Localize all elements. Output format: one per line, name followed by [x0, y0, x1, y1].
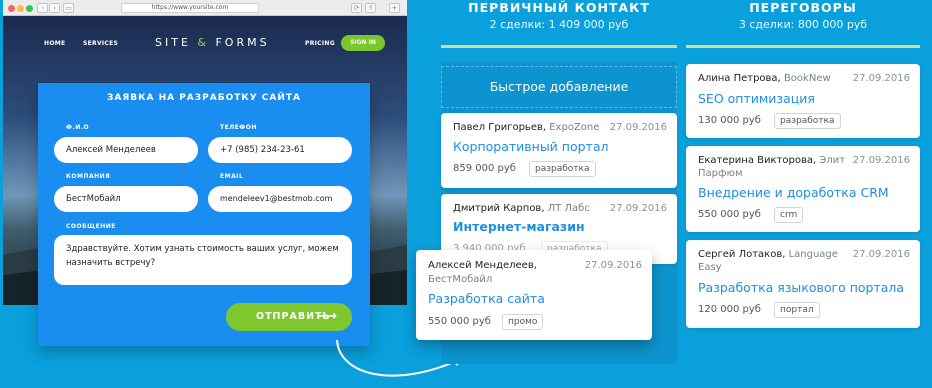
form-title: ЗАЯВКА НА РАЗРАБОТКУ САЙТА: [106, 93, 302, 103]
arrow-right-icon: ⟶: [318, 309, 338, 324]
column-summary-negotiations: 3 сделки: 800 000 руб: [738, 18, 868, 31]
address-bar[interactable]: https://www.yoursite.com: [121, 3, 259, 13]
deal-card[interactable]: Сергей Лотаков, Language Easy 27.09.2016…: [686, 240, 920, 328]
new-tab-icon[interactable]: +: [389, 3, 400, 13]
sign-in-button[interactable]: SIGN IN: [341, 35, 385, 51]
contact-company-cont: Парфюм: [698, 168, 743, 179]
sidebar-icon[interactable]: ▭: [63, 3, 74, 13]
card-deal-title[interactable]: Разработка сайта: [428, 291, 545, 306]
phone-label: ТЕЛЕФОН: [220, 124, 257, 131]
request-form: ЗАЯВКА НА РАЗРАБОТКУ САЙТА Ф.И.О Алексей…: [38, 83, 370, 346]
message-label: СООБЩЕНИЕ: [66, 223, 116, 230]
email-field[interactable]: mendeleev1@bestmob.com: [208, 186, 352, 212]
card-contact: Павел Григорьев, ExpoZone: [453, 122, 599, 133]
card-contact: Сергей Лотаков, Language: [698, 249, 838, 260]
contact-name: Сергей Лотаков,: [698, 249, 786, 260]
logo-word-forms: FORMS: [215, 36, 270, 49]
company-label: КОМПАНИЯ: [66, 173, 111, 180]
browser-toolbar: ‹ › ▭ https://www.yoursite.com ⟳ ⇪ +: [3, 0, 407, 16]
card-deal-title[interactable]: Внедрение и доработка CRM: [698, 185, 889, 200]
card-sum: 550 000 руб: [698, 209, 761, 220]
card-date: 27.09.2016: [852, 249, 910, 260]
dragged-deal-card[interactable]: Алексей Менделеев, БестМобайл 27.09.2016…: [416, 250, 652, 340]
site-nav-home[interactable]: HOME: [44, 40, 65, 47]
message-field[interactable]: Здравствуйте. Хотим узнать стоимость ваш…: [54, 235, 352, 285]
site-logo[interactable]: SITE & FORMS: [155, 36, 270, 49]
company-field[interactable]: БестМобайл: [54, 186, 198, 212]
card-deal-title[interactable]: Корпоративный портал: [453, 139, 608, 154]
share-icon[interactable]: ⇪: [365, 3, 376, 13]
phone-field[interactable]: +7 (985) 234-23-61: [208, 137, 352, 163]
card-sum: 859 000 руб: [453, 163, 516, 174]
reload-icon[interactable]: ⟳: [351, 3, 362, 13]
name-field[interactable]: Алексей Менделеев: [54, 137, 198, 163]
contact-name: Павел Григорьев,: [453, 122, 547, 133]
logo-amp: &: [197, 36, 209, 49]
column-divider-primary: [441, 45, 677, 48]
name-label: Ф.И.О: [66, 124, 90, 131]
card-contact: Алина Петрова, BookNew: [698, 73, 831, 84]
card-tag[interactable]: разработка: [774, 113, 841, 129]
minimize-dot[interactable]: [17, 5, 24, 12]
contact-company: ЛТ Лабс: [547, 203, 590, 214]
email-label: EMAIL: [220, 173, 244, 180]
quick-add-button[interactable]: Быстрое добавление: [441, 66, 677, 108]
card-tag[interactable]: промо: [502, 314, 544, 330]
back-icon[interactable]: ‹: [37, 3, 48, 13]
contact-company: Элит: [819, 155, 846, 166]
maximize-dot[interactable]: [26, 5, 33, 12]
card-contact: Екатерина Викторова, Элит: [698, 155, 845, 166]
column-summary-primary: 2 сделки: 1 409 000 руб: [489, 18, 629, 31]
card-deal-title[interactable]: Интернет-магазин: [453, 219, 585, 234]
contact-name: Алексей Менделеев,: [428, 260, 537, 271]
contact-company-cont: Easy: [698, 262, 722, 273]
card-tag[interactable]: разработка: [529, 161, 596, 177]
contact-company: BookNew: [783, 73, 831, 84]
contact-name: Алина Петрова,: [698, 73, 781, 84]
contact-name: Дмитрий Карпов,: [453, 203, 545, 214]
contact-name: Екатерина Викторова,: [698, 155, 817, 166]
card-deal-title[interactable]: Разработка языкового портала: [698, 280, 904, 295]
card-tag[interactable]: портал: [774, 302, 820, 318]
close-dot[interactable]: [8, 5, 15, 12]
site-nav-pricing[interactable]: PRICING: [305, 40, 335, 47]
contact-company: ExpoZone: [549, 122, 600, 133]
card-date: 27.09.2016: [852, 73, 910, 84]
contact-company: Language: [788, 249, 838, 260]
card-date: 27.09.2016: [609, 122, 667, 133]
card-date: 27.09.2016: [609, 203, 667, 214]
card-deal-title[interactable]: SEO оптимизация: [698, 91, 815, 106]
card-date: 27.09.2016: [584, 260, 642, 271]
deal-card[interactable]: Алина Петрова, BookNew 27.09.2016 SEO оп…: [686, 64, 920, 138]
forward-icon[interactable]: ›: [49, 3, 60, 13]
card-sum: 120 000 руб: [698, 304, 761, 315]
column-title-negotiations: ПЕРЕГОВОРЫ: [749, 0, 857, 15]
card-sum: 130 000 руб: [698, 115, 761, 126]
submit-button[interactable]: ОТПРАВИТЬ ⟶: [226, 303, 352, 331]
contact-company: БестМобайл: [428, 274, 493, 285]
card-sum: 550 000 руб: [428, 316, 491, 327]
site-nav-services[interactable]: SERVICES: [83, 40, 118, 47]
deal-card[interactable]: Павел Григорьев, ExpoZone 27.09.2016 Кор…: [441, 113, 677, 188]
column-divider-negotiations: [686, 45, 920, 48]
deal-card[interactable]: Екатерина Викторова, Элит Парфюм 27.09.2…: [686, 146, 920, 232]
column-title-primary: ПЕРВИЧНЫЙ КОНТАКТ: [468, 0, 650, 15]
card-contact: Дмитрий Карпов, ЛТ Лабс: [453, 203, 590, 214]
card-date: 27.09.2016: [852, 155, 910, 166]
logo-word-site: SITE: [155, 36, 191, 49]
card-tag[interactable]: crm: [774, 207, 804, 223]
